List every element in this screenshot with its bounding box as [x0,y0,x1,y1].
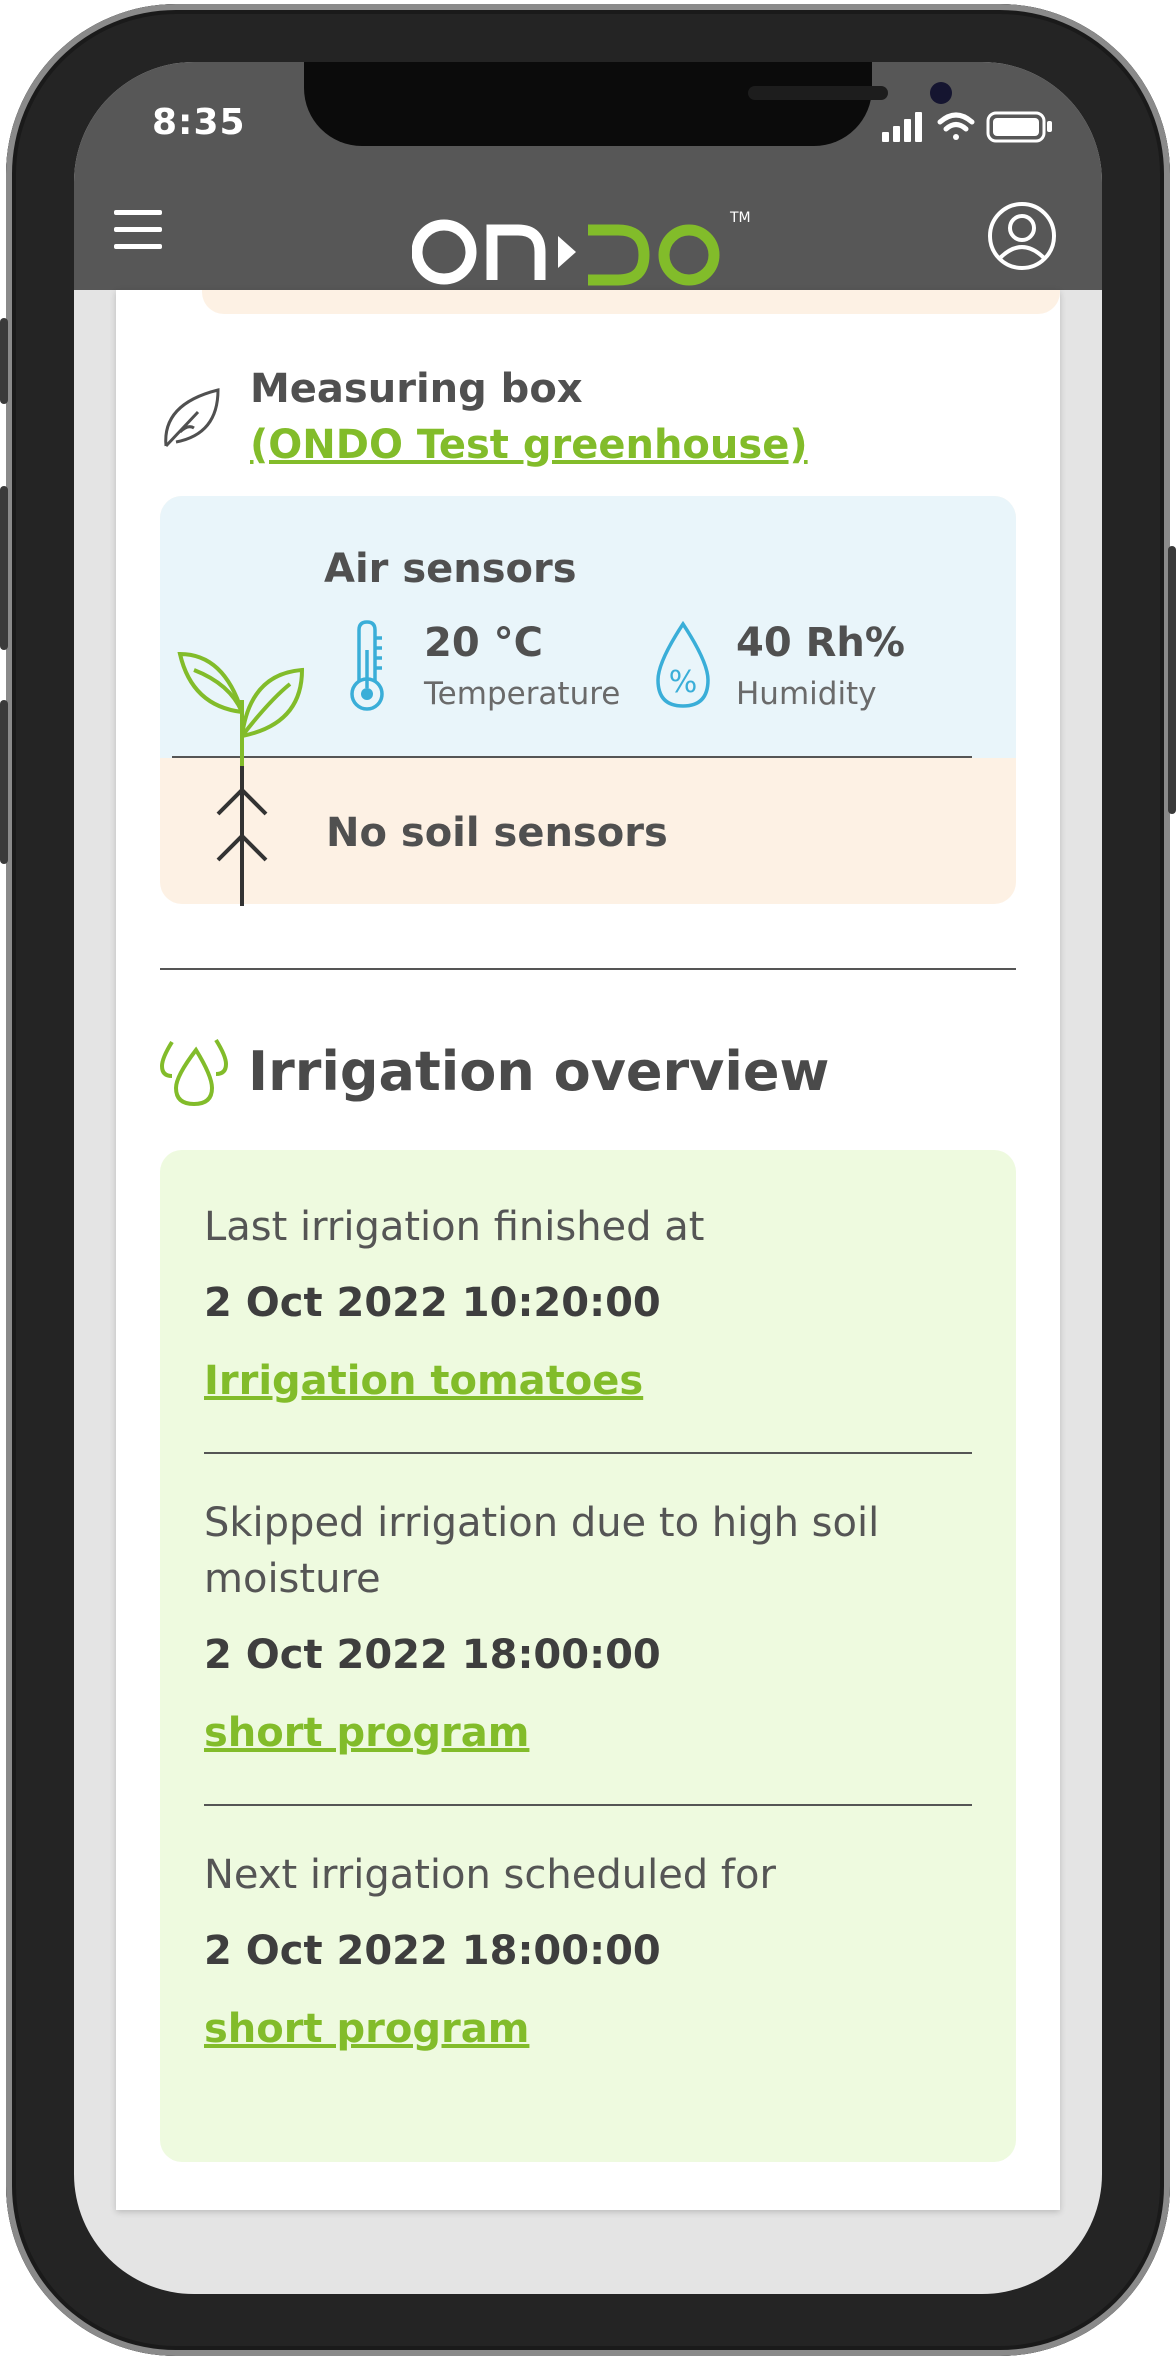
irrigation-divider [204,1452,972,1454]
skipped-irrigation-text-line1: Skipped irrigation due to high soil [204,1500,880,1546]
mute-switch [0,318,8,404]
notch [304,62,952,146]
volume-up-button [0,486,8,650]
no-soil-sensors-text: No soil sensors [326,810,668,856]
previous-card-bottom [202,290,1060,314]
next-irrigation-date: 2 Oct 2022 18:00:00 [204,1928,661,1974]
short-program-link-skipped[interactable]: short program [204,1710,529,1756]
last-irrigation-text: Last irrigation finished at [204,1204,705,1250]
air-sensors-title: Air sensors [324,546,577,592]
water-drops-icon [159,1038,229,1107]
irrigation-divider [204,1804,972,1806]
leaf-icon [164,388,220,448]
battery-icon [986,111,1052,143]
volume-down-button [0,700,8,864]
skipped-irrigation-text-line2: moisture [204,1556,381,1602]
power-button [1168,546,1176,814]
next-irrigation-text: Next irrigation scheduled for [204,1852,776,1898]
irrigation-overview-title: Irrigation overview [248,1040,830,1103]
user-profile-icon [988,202,1056,270]
temperature-label: Temperature [424,676,621,712]
status-time: 8:35 [152,102,246,143]
humidity-label: Humidity [736,676,877,712]
last-irrigation-date: 2 Oct 2022 10:20:00 [204,1280,661,1326]
skipped-irrigation-date: 2 Oct 2022 18:00:00 [204,1632,661,1678]
front-camera [930,82,952,104]
hamburger-menu-icon [114,210,162,215]
wifi-icon [937,112,975,140]
short-program-link-next[interactable]: short program [204,2006,529,2052]
status-icons [882,111,1052,143]
speaker [748,86,888,100]
humidity-value: 40 Rh% [736,620,905,666]
irrigation-tomatoes-link[interactable]: Irrigation tomatoes [204,1358,643,1404]
ondo-logo: TM [412,210,751,286]
measuring-box-title: Measuring box [250,366,583,412]
section-divider [160,968,1016,970]
temperature-value: 20 °C [424,620,543,666]
signal-icon [882,112,922,142]
plant-sprout-icon [177,651,305,906]
humidity-drop-icon: % [656,620,710,708]
svg-text:TM: TM [729,210,751,226]
greenhouse-link[interactable]: (ONDO Test greenhouse) [250,422,808,468]
user-profile-button[interactable] [986,200,1058,272]
svg-text:%: % [669,665,698,700]
thermometer-icon [350,620,384,711]
hamburger-menu-button[interactable] [114,210,162,254]
